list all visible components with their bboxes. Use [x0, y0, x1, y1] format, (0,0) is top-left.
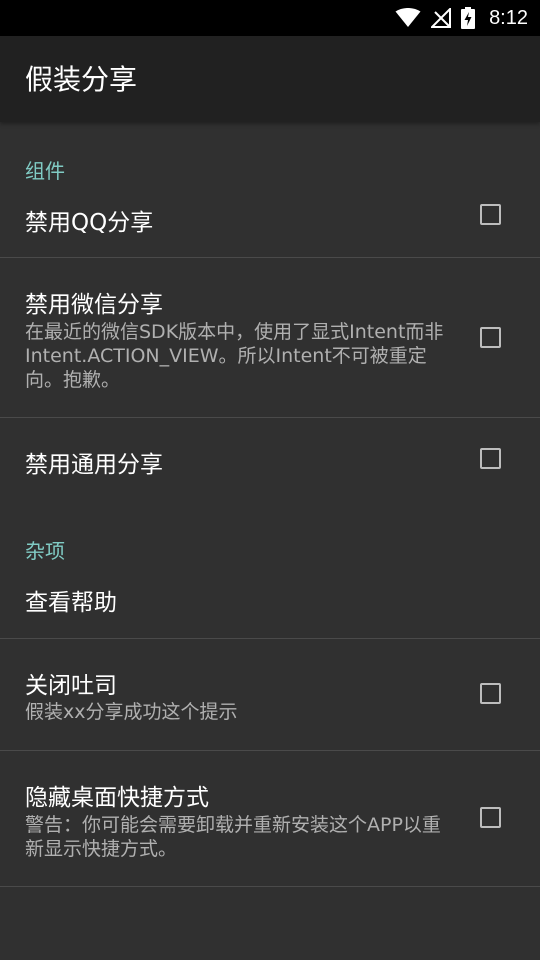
- checkbox-hide-shortcut[interactable]: [480, 807, 501, 828]
- no-signal-icon: [431, 8, 452, 28]
- wifi-icon: [395, 8, 421, 27]
- pref-item-disable-generic-share[interactable]: 禁用通用分享: [0, 418, 540, 502]
- pref-title: 禁用微信分享: [25, 292, 163, 318]
- pref-item-disable-qq-share[interactable]: 禁用QQ分享: [0, 192, 540, 258]
- checkbox-disable-wechat-share[interactable]: [480, 327, 501, 348]
- category-header-components: 组件: [0, 122, 540, 192]
- pref-item-disable-wechat-share[interactable]: 禁用微信分享 在最近的微信SDK版本中，使用了显式Intent而非Intent.…: [0, 258, 540, 418]
- checkbox-disable-qq-share[interactable]: [480, 204, 501, 225]
- pref-title: 隐藏桌面快捷方式: [25, 785, 209, 811]
- preference-list: 组件 禁用QQ分享 禁用微信分享 在最近的微信SDK版本中，使用了显式Inten…: [0, 122, 540, 887]
- category-title: 组件: [25, 159, 65, 183]
- category-title: 杂项: [25, 539, 65, 563]
- category-header-misc: 杂项: [0, 502, 540, 572]
- toolbar-title: 假装分享: [25, 63, 138, 96]
- status-bar: 8:12: [0, 0, 540, 36]
- checkbox-disable-generic-share[interactable]: [480, 448, 501, 469]
- pref-item-hide-shortcut[interactable]: 隐藏桌面快捷方式 警告：你可能会需要卸载并重新安装这个APP以重新显示快捷方式。: [0, 751, 540, 887]
- pref-item-close-toast[interactable]: 关闭吐司 假装xx分享成功这个提示: [0, 639, 540, 751]
- status-time: 8:12: [489, 6, 528, 29]
- pref-item-view-help[interactable]: 查看帮助: [0, 572, 540, 639]
- pref-title: 关闭吐司: [25, 673, 117, 699]
- pref-title: 禁用通用分享: [25, 452, 163, 478]
- pref-title: 查看帮助: [25, 590, 117, 616]
- status-icons: 8:12: [385, 0, 528, 36]
- pref-title: 禁用QQ分享: [25, 210, 154, 236]
- pref-summary: 在最近的微信SDK版本中，使用了显式Intent而非Intent.ACTION_…: [25, 321, 444, 391]
- pref-summary: 警告：你可能会需要卸载并重新安装这个APP以重新显示快捷方式。: [25, 814, 441, 860]
- toolbar: 假装分享: [0, 36, 540, 122]
- checkbox-close-toast[interactable]: [480, 683, 501, 704]
- battery-charging-icon: [461, 7, 476, 29]
- pref-summary: 假装xx分享成功这个提示: [25, 701, 238, 723]
